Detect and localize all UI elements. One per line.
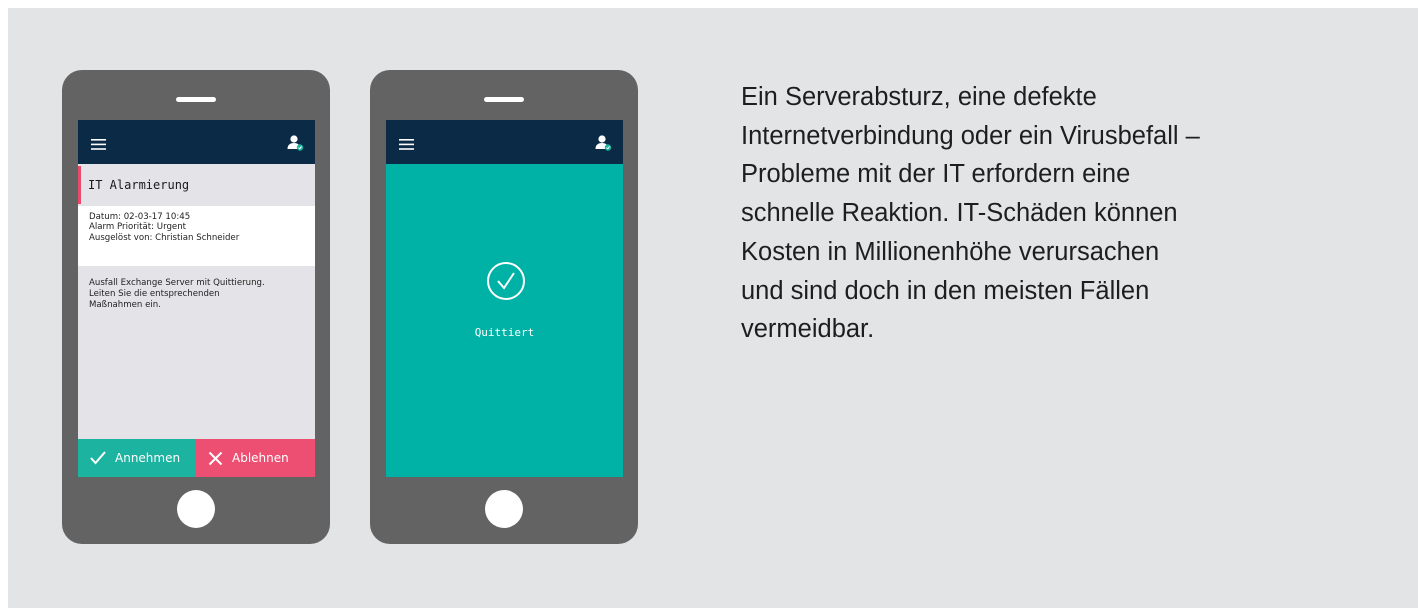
description-line: Ein Serverabsturz, eine defekte xyxy=(741,83,1097,111)
description-line: Kosten in Millionenhöhe verursachen xyxy=(741,237,1160,266)
description-line: und sind doch in den meisten Fällen xyxy=(741,276,1150,305)
alarm-title: IT Alarmierung xyxy=(78,166,315,204)
phone-speaker xyxy=(176,97,216,102)
description-text: Ein Serverabsturz, eine defekte Internet… xyxy=(741,78,1361,349)
alarm-message-line: Leiten Sie die entsprechenden xyxy=(89,288,220,299)
description-line: Probleme mit der IT erfordern eine xyxy=(741,160,1131,189)
app-topbar xyxy=(386,120,623,164)
status-label: Quittiert xyxy=(474,326,535,339)
user-check-icon[interactable] xyxy=(286,134,304,152)
phone-screen-confirmed: Quittiert xyxy=(386,120,623,477)
alarm-message-line: Ausfall Exchange Server mit Quittierung. xyxy=(89,278,265,288)
alarm-triggered-by: Ausgelöst von: Christian Schneider xyxy=(89,232,240,243)
accept-button[interactable]: Annehmen xyxy=(78,439,196,477)
alarm-message: Ausfall Exchange Server mit Quittierung.… xyxy=(78,270,315,310)
hamburger-menu-icon[interactable] xyxy=(91,139,106,150)
description-line: vermeidbar. xyxy=(741,315,875,344)
accept-label: Annehmen xyxy=(115,451,181,465)
alarm-meta: Datum: 02-03-17 10:45 Alarm Priorität: U… xyxy=(78,206,315,266)
phone-home-button[interactable] xyxy=(485,490,523,528)
phone-confirmed: Quittiert xyxy=(370,70,638,544)
check-icon xyxy=(90,451,106,465)
hamburger-menu-icon[interactable] xyxy=(399,139,414,150)
close-icon xyxy=(208,451,223,465)
description-line: Internetverbindung oder ein Virusbefall … xyxy=(741,121,1200,150)
phone-home-button[interactable] xyxy=(177,490,215,528)
alarm-message-line: Maßnahmen ein. xyxy=(89,299,161,310)
phone-alarm: IT Alarmierung Datum: 02-03-17 10:45 Ala… xyxy=(62,70,330,544)
app-topbar xyxy=(78,120,315,164)
alarm-date: Datum: 02-03-17 10:45 xyxy=(89,212,191,222)
reject-label: Ablehnen xyxy=(232,451,289,465)
alarm-priority: Alarm Priorität: Urgent xyxy=(89,222,187,233)
description-line: schnelle Reaktion. IT-Schäden können xyxy=(741,199,1178,228)
phone-screen-alarm: IT Alarmierung Datum: 02-03-17 10:45 Ala… xyxy=(78,120,315,477)
user-check-icon[interactable] xyxy=(594,134,612,152)
reject-button[interactable]: Ablehnen xyxy=(196,439,315,477)
phone-speaker xyxy=(484,97,524,102)
check-circle-icon xyxy=(487,262,525,300)
